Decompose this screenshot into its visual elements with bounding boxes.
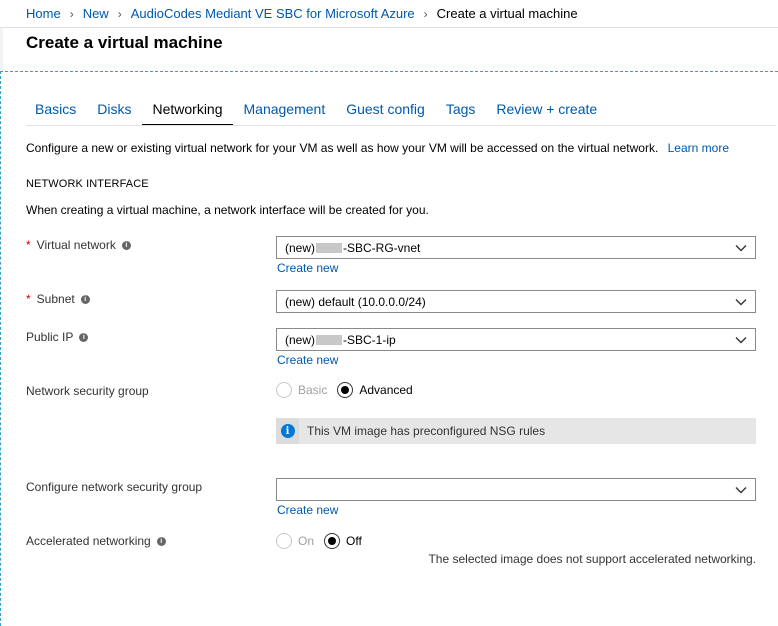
create-new-vnet-link[interactable]: Create new — [277, 261, 338, 275]
chevron-down-icon — [735, 245, 747, 252]
breadcrumb-home[interactable]: Home — [26, 6, 61, 21]
nsg-label-text: Network security group — [26, 384, 149, 398]
accelerated-option-off-label: Off — [346, 534, 362, 548]
intro-text: Configure a new or existing virtual netw… — [26, 141, 729, 155]
tab-management[interactable]: Management — [244, 101, 326, 125]
focus-border-left — [0, 71, 1, 626]
radio-basic[interactable] — [276, 382, 292, 398]
public-ip-label-text: Public IP — [26, 330, 74, 344]
intro-description: Configure a new or existing virtual netw… — [26, 141, 659, 155]
chevron-down-icon — [735, 299, 747, 306]
tab-divider — [26, 125, 776, 126]
nsg-radio-group: Basic Advanced — [276, 382, 423, 398]
accelerated-option-on[interactable]: On — [276, 533, 324, 549]
section-description: When creating a virtual machine, a netwo… — [26, 203, 429, 217]
accelerated-networking-label-text: Accelerated networking — [26, 534, 151, 548]
virtual-network-label-text: Virtual network — [36, 238, 116, 252]
chevron-right-icon: › — [69, 6, 74, 21]
accelerated-option-off[interactable]: Off — [324, 533, 372, 549]
virtual-network-select[interactable]: (new) -SBC-RG-vnet — [276, 236, 756, 259]
tab-disks[interactable]: Disks — [97, 101, 131, 125]
learn-more-link[interactable]: Learn more — [668, 141, 729, 155]
section-heading: NETWORK INTERFACE — [26, 178, 149, 190]
virtual-network-value-suffix: -SBC-RG-vnet — [343, 240, 421, 255]
info-icon: i — [280, 424, 295, 438]
public-ip-select[interactable]: (new) -SBC-1-ip — [276, 328, 756, 351]
create-new-nsg-link[interactable]: Create new — [277, 503, 338, 517]
tab-guest-config[interactable]: Guest config — [346, 101, 425, 125]
redacted-text — [316, 242, 343, 253]
subnet-label: * Subnet i — [26, 292, 90, 306]
accelerated-option-on-label: On — [298, 534, 315, 548]
accelerated-radio-group: On Off — [276, 533, 372, 549]
breadcrumb-current: Create a virtual machine — [436, 6, 578, 21]
create-new-public-ip-link[interactable]: Create new — [277, 353, 338, 367]
info-icon[interactable]: i — [121, 240, 131, 250]
required-marker: * — [26, 292, 31, 306]
info-icon[interactable]: i — [80, 294, 90, 304]
nsg-info-banner: i This VM image has preconfigured NSG ru… — [276, 418, 756, 444]
public-ip-label: Public IP i — [26, 330, 89, 344]
subnet-value: (new) default (10.0.0.0/24) — [285, 294, 426, 309]
public-ip-value-suffix: -SBC-1-ip — [343, 332, 396, 347]
tab-review-create[interactable]: Review + create — [496, 101, 597, 125]
radio-on[interactable] — [276, 533, 292, 549]
chevron-down-icon — [735, 487, 747, 494]
focus-border-top — [0, 71, 778, 72]
nsg-option-advanced-label: Advanced — [359, 383, 413, 397]
info-icon-box: i — [276, 418, 299, 444]
configure-nsg-label-text: Configure network security group — [26, 480, 203, 494]
nsg-option-advanced[interactable]: Advanced — [337, 382, 422, 398]
subnet-label-text: Subnet — [36, 292, 75, 306]
configure-nsg-label: Configure network security group — [26, 480, 202, 494]
public-ip-value-prefix: (new) — [285, 332, 316, 347]
required-marker: * — [26, 238, 31, 252]
tab-bar: Basics Disks Networking Management Guest… — [26, 101, 618, 126]
breadcrumb-new[interactable]: New — [83, 6, 109, 21]
nsg-option-basic-label: Basic — [298, 383, 328, 397]
breadcrumb-product[interactable]: AudioCodes Mediant VE SBC for Microsoft … — [131, 6, 415, 21]
info-icon[interactable]: i — [156, 536, 166, 546]
configure-nsg-select[interactable] — [276, 478, 756, 501]
page-title: Create a virtual machine — [26, 33, 223, 52]
nsg-info-text: This VM image has preconfigured NSG rule… — [307, 424, 546, 438]
info-icon[interactable]: i — [79, 332, 89, 342]
tab-tags[interactable]: Tags — [446, 101, 476, 125]
radio-advanced[interactable] — [337, 382, 354, 398]
chevron-down-icon — [735, 337, 747, 344]
radio-selected-dot — [328, 537, 337, 545]
virtual-network-label: * Virtual network i — [26, 238, 131, 252]
nsg-option-basic[interactable]: Basic — [276, 382, 337, 398]
chevron-right-icon: › — [117, 6, 122, 21]
radio-off[interactable] — [324, 533, 341, 549]
redacted-text — [316, 334, 343, 345]
breadcrumb: Home › New › AudioCodes Mediant VE SBC f… — [0, 0, 778, 28]
tab-basics[interactable]: Basics — [35, 101, 76, 125]
subnet-select[interactable]: (new) default (10.0.0.0/24) — [276, 290, 756, 313]
blade-edge — [0, 28, 3, 71]
accelerated-networking-label: Accelerated networking i — [26, 534, 166, 548]
nsg-label: Network security group — [26, 384, 149, 398]
accelerated-note: The selected image does not support acce… — [428, 552, 756, 566]
tab-networking[interactable]: Networking — [142, 101, 233, 126]
chevron-right-icon: › — [423, 6, 428, 21]
virtual-network-value-prefix: (new) — [285, 240, 316, 255]
radio-selected-dot — [341, 386, 350, 394]
